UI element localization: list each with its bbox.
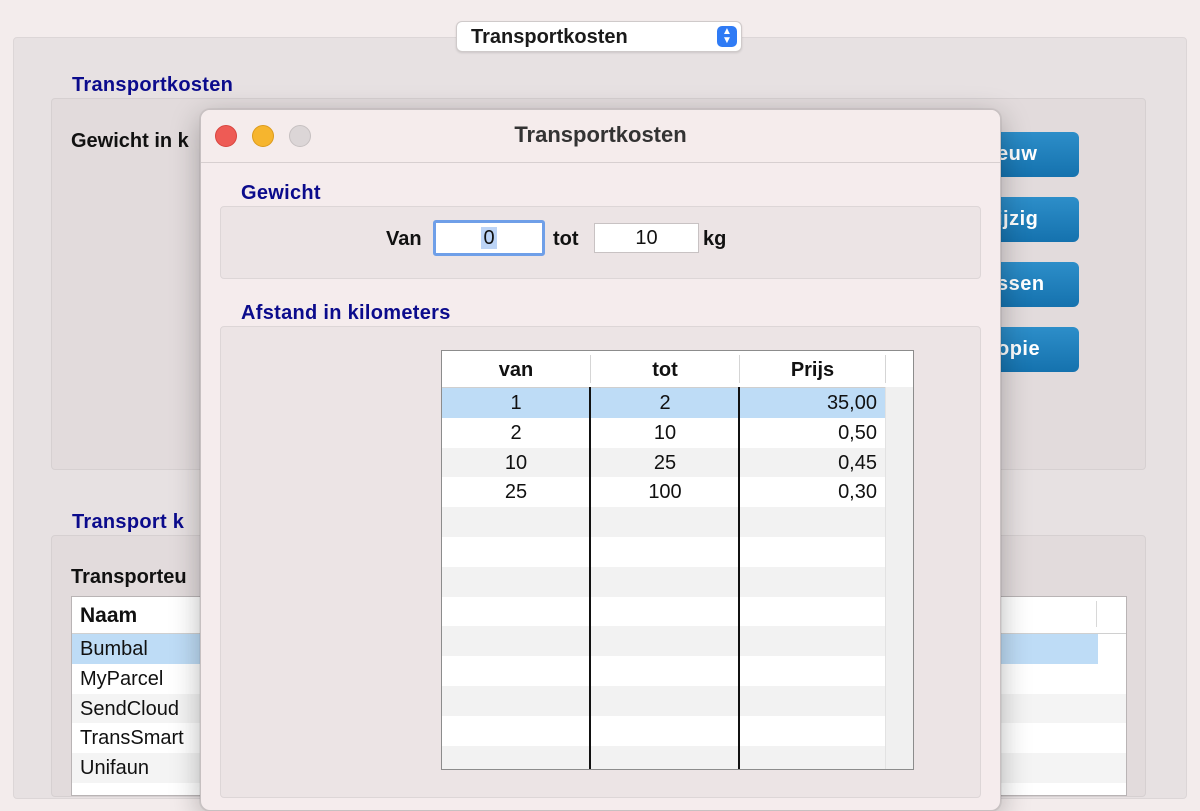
weight-group: Van 0 tot 10 kg [220,206,981,279]
empty-row [442,716,885,746]
empty-row [442,626,885,657]
empty-row [442,597,885,627]
cell-van: 25 [504,481,528,504]
cell-van: 2 [510,421,522,444]
distance-table-header: van tot Prijs [442,351,913,388]
empty-row [442,566,885,597]
column-divider [1096,601,1097,627]
distance-section-title: Afstand in kilometers [241,302,451,324]
cell-tot: 100 [648,481,682,504]
empty-row [442,745,885,769]
column-header-van[interactable]: van [442,359,590,382]
table-row[interactable]: 2 10 0,50 [442,418,885,448]
dialog-title: Transportkosten [514,122,687,147]
empty-row [442,507,885,537]
cell-van: 1 [510,392,522,414]
weight-from-field[interactable]: 0 [433,220,545,256]
section-title-transportkosten: Transportkosten [72,74,234,96]
empty-row [442,685,885,716]
cell-tot: 25 [653,451,677,474]
weight-section-title: Gewicht [241,182,321,204]
cell-van: 10 [504,451,528,474]
updown-chevron-icon[interactable]: ▲ ▼ [717,26,737,47]
weight-to-field[interactable]: 10 [594,223,699,253]
cell-prijs: 0,50 [838,421,877,444]
empty-row [442,537,885,567]
cell-tot: 10 [653,421,677,444]
dialog-titlebar: Transportkosten [201,110,1000,163]
vertical-scrollbar[interactable] [885,387,913,769]
view-selector-value: Transportkosten [471,26,628,48]
empty-row [442,656,885,686]
table-row[interactable]: 10 25 0,45 [442,447,885,478]
view-selector[interactable]: Transportkosten ▲ ▼ [456,21,742,52]
table-row[interactable]: 25 100 0,30 [442,477,885,507]
column-grid-line [589,387,591,769]
cell-prijs: 0,30 [838,481,877,504]
column-divider [885,355,886,383]
cell-tot: 2 [659,392,671,414]
cell-prijs: 0,45 [838,451,877,474]
transportkosten-dialog: Transportkosten Gewicht Van 0 tot 10 kg … [200,109,1001,811]
from-label: Van [386,228,422,250]
section-title-transport: Transport k [72,511,185,533]
table-row[interactable]: 1 2 35,00 [442,388,885,418]
column-grid-line [738,387,740,769]
distance-table-body: 1 2 35,00 2 10 0,50 10 25 0,45 25 100 0,… [442,388,913,769]
unit-label: kg [703,228,727,250]
carriers-label: Transporteu [71,566,187,588]
column-header-naam[interactable]: Naam [80,604,137,628]
cell-prijs: 35,00 [826,392,877,414]
column-header-tot[interactable]: tot [591,359,739,382]
weight-from-value: 0 [481,227,497,249]
to-label: tot [553,228,579,250]
column-header-prijs[interactable]: Prijs [740,359,885,382]
weight-label: Gewicht in k [71,130,189,152]
distance-table[interactable]: van tot Prijs 1 2 35,00 2 10 0,50 10 25 … [441,350,914,770]
